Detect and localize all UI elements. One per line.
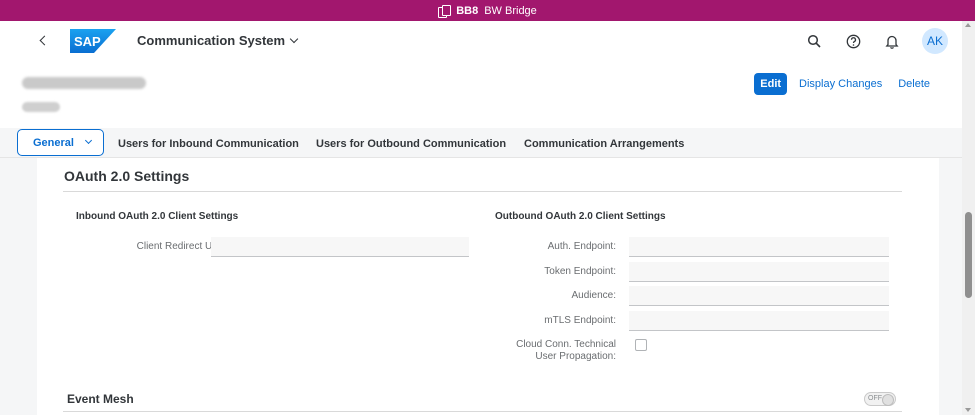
- inbound-group-title: Inbound OAuth 2.0 Client Settings: [76, 211, 239, 222]
- section-divider: [63, 191, 902, 192]
- chevron-down-icon: [289, 34, 299, 44]
- content-card: OAuth 2.0 Settings Inbound OAuth 2.0 Cli…: [37, 158, 939, 415]
- bell-icon[interactable]: [881, 30, 903, 52]
- search-icon[interactable]: [803, 30, 825, 52]
- token-endpoint-input[interactable]: [629, 262, 889, 282]
- cloud-conn-propagation-label-line2: User Propagation:: [535, 351, 616, 362]
- cloud-conn-propagation-label: Cloud Conn. Technical User Propagation:: [477, 339, 616, 363]
- chevron-down-icon: [84, 136, 93, 145]
- tab-bar: General Users for Inbound Communication …: [0, 128, 962, 158]
- tab-general-label: General: [33, 136, 74, 149]
- scroll-down-icon[interactable]: [965, 408, 971, 412]
- auth-endpoint-label: Auth. Endpoint:: [547, 241, 616, 252]
- cloud-conn-propagation-checkbox[interactable]: [635, 339, 647, 351]
- scroll-thumb[interactable]: [965, 212, 972, 298]
- auth-endpoint-input[interactable]: [629, 237, 889, 257]
- switch-off-label: OFF: [868, 395, 882, 402]
- cloud-conn-propagation-label-line1: Cloud Conn. Technical: [516, 339, 616, 350]
- event-mesh-switch[interactable]: OFF: [864, 392, 896, 406]
- help-icon[interactable]: [842, 30, 864, 52]
- mtls-endpoint-input[interactable]: [629, 311, 889, 331]
- display-changes-button[interactable]: Display Changes: [795, 73, 886, 95]
- header-actions: Edit Display Changes Delete: [754, 73, 934, 95]
- app-title: Communication System: [137, 33, 286, 48]
- client-redirect-uri-input[interactable]: [211, 237, 469, 257]
- system-name: BW Bridge: [484, 4, 537, 17]
- token-endpoint-label: Token Endpoint:: [544, 266, 616, 277]
- tab-users-outbound[interactable]: Users for Outbound Communication: [316, 138, 506, 150]
- logo-text: SAP: [74, 34, 101, 49]
- client-redirect-uri-label: Client Redirect URI:: [136, 241, 225, 252]
- mtls-endpoint-label: mTLS Endpoint:: [544, 315, 616, 326]
- scroll-up-icon[interactable]: [965, 23, 971, 27]
- tab-users-inbound[interactable]: Users for Inbound Communication: [118, 138, 299, 150]
- object-header: Edit Display Changes Delete: [0, 61, 962, 129]
- event-mesh-divider: [63, 411, 902, 412]
- back-icon[interactable]: [36, 31, 54, 51]
- section-title-event-mesh: Event Mesh: [67, 392, 134, 406]
- audience-label: Audience:: [571, 290, 616, 301]
- avatar[interactable]: AK: [922, 28, 948, 54]
- system-copy-icon: [438, 4, 452, 18]
- system-bar: BB8 BW Bridge: [0, 0, 975, 21]
- edit-button[interactable]: Edit: [754, 73, 788, 95]
- system-id: BB8: [456, 4, 479, 17]
- tab-communication-arrangements[interactable]: Communication Arrangements: [524, 138, 684, 150]
- shell-actions: AK: [803, 28, 948, 54]
- shell-bar: SAP Communication System AK: [0, 21, 962, 61]
- section-title-oauth: OAuth 2.0 Settings: [64, 168, 190, 184]
- outbound-group-title: Outbound OAuth 2.0 Client Settings: [495, 211, 666, 222]
- redacted-object-title: [22, 77, 146, 89]
- delete-button[interactable]: Delete: [894, 73, 934, 95]
- redacted-object-subtitle: [22, 102, 60, 112]
- sap-logo[interactable]: SAP: [70, 29, 116, 53]
- audience-input[interactable]: [629, 286, 889, 306]
- app-title-menu[interactable]: Communication System: [137, 33, 299, 48]
- tab-general[interactable]: General: [17, 129, 104, 156]
- page-scrollbar[interactable]: [962, 21, 975, 415]
